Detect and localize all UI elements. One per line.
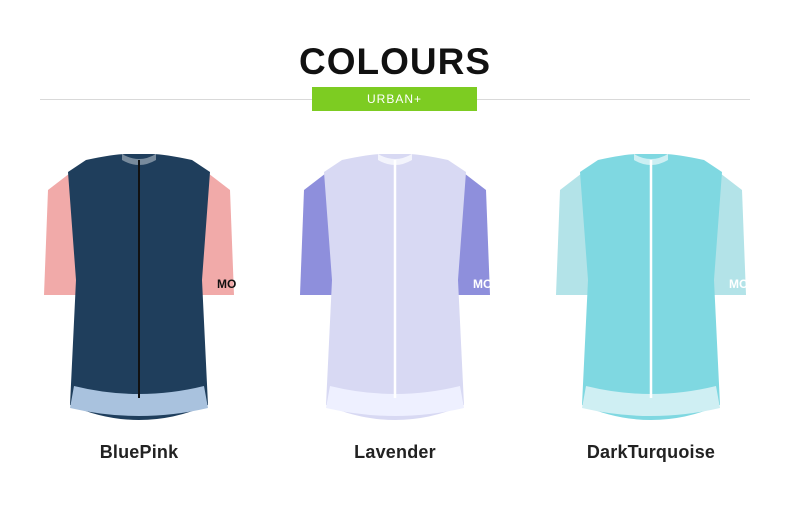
collection-tag: URBAN+ — [312, 87, 477, 111]
jersey-image-bluepink[interactable]: MO — [34, 150, 244, 440]
sleeve-logo-text: MO — [473, 277, 492, 291]
sleeve-logo-text: MO — [217, 277, 236, 291]
jersey-image-lavender[interactable]: MO — [290, 150, 500, 440]
product-card-darkturquoise[interactable]: MO DarkTurquoise — [546, 150, 756, 480]
product-name: BluePink — [99, 442, 179, 462]
product-card-bluepink[interactable]: MO BluePink — [34, 150, 244, 480]
product-name: Lavender — [354, 442, 436, 462]
page-title: COLOURS — [299, 41, 491, 82]
sleeve-logo-text: MO — [729, 277, 748, 291]
product-card-lavender[interactable]: MO Lavender — [290, 150, 500, 480]
product-name: DarkTurquoise — [586, 442, 716, 462]
jersey-image-darkturquoise[interactable]: MO — [546, 150, 756, 440]
